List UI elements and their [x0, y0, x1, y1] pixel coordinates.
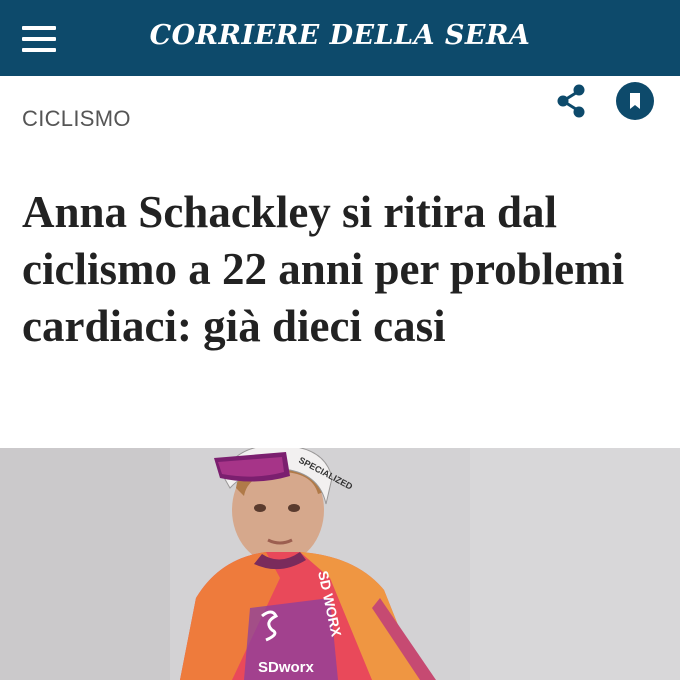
brand-logo[interactable]: CORRIERE DELLA SERA	[0, 20, 680, 51]
bookmark-icon[interactable]	[616, 82, 654, 120]
cyclist-photo: SPECIALIZED SD WORX SDworx	[0, 448, 680, 680]
top-app-bar: CORRIERE DELLA SERA	[0, 0, 680, 76]
jersey-text-chest: SDworx	[258, 659, 315, 676]
article-hero-image[interactable]: SPECIALIZED SD WORX SDworx	[0, 448, 680, 680]
share-icon[interactable]	[554, 83, 588, 119]
section-label[interactable]: CICLISMO	[22, 106, 131, 132]
article-actions	[554, 82, 654, 120]
article-headline: Anna Schackley si ritira dal ciclismo a …	[22, 187, 625, 351]
